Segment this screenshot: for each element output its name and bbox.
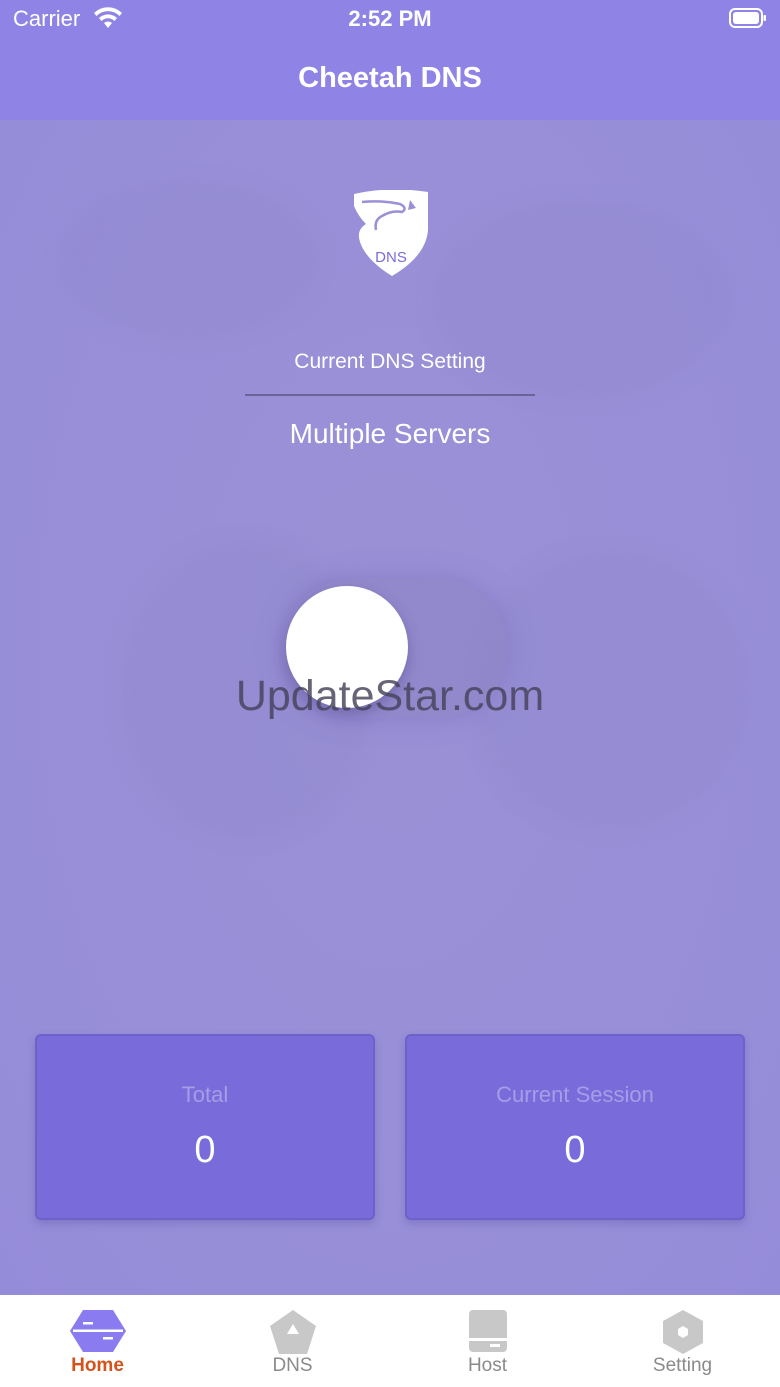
tab-label: DNS (272, 1355, 313, 1376)
tab-home[interactable]: Home (0, 1295, 195, 1387)
tab-label: Home (71, 1355, 124, 1376)
cheetah-dns-logo: DNS (354, 190, 428, 276)
tab-label: Setting (652, 1355, 713, 1376)
tab-setting[interactable]: Setting (585, 1295, 780, 1387)
tab-label: Host (467, 1355, 508, 1376)
background-map (60, 180, 320, 340)
top-bar: Carrier 2:52 PM Cheetah DNS (0, 0, 780, 120)
stat-label: Current Session (496, 1082, 654, 1107)
current-dns-value[interactable]: Multiple Servers (0, 418, 780, 450)
setting-hexagon-icon (662, 1310, 703, 1354)
tab-bar: Home DNS Host Setting (0, 1295, 780, 1387)
stat-card-total: Total 0 (35, 1034, 375, 1220)
tab-dns[interactable]: DNS (195, 1295, 390, 1387)
stat-card-current-session: Current Session 0 (405, 1034, 745, 1220)
home-hexagon-icon (69, 1310, 126, 1352)
current-dns-label: Current DNS Setting (294, 350, 486, 373)
stat-value: 0 (564, 1129, 586, 1171)
tab-host[interactable]: Host (390, 1295, 585, 1387)
dns-pentagon-icon (269, 1310, 316, 1354)
divider (245, 394, 535, 396)
stat-value: 0 (194, 1129, 216, 1171)
watermark: UpdateStar.com (235, 672, 545, 720)
stat-label: Total (181, 1082, 229, 1107)
battery-icon (729, 8, 766, 28)
host-server-icon (468, 1310, 507, 1352)
app-screen: Carrier 2:52 PM Cheetah DNS DNS Current … (0, 0, 780, 1387)
logo-text: DNS (375, 249, 407, 266)
page-title: Cheetah DNS (298, 62, 482, 94)
status-time: 2:52 PM (348, 6, 432, 31)
